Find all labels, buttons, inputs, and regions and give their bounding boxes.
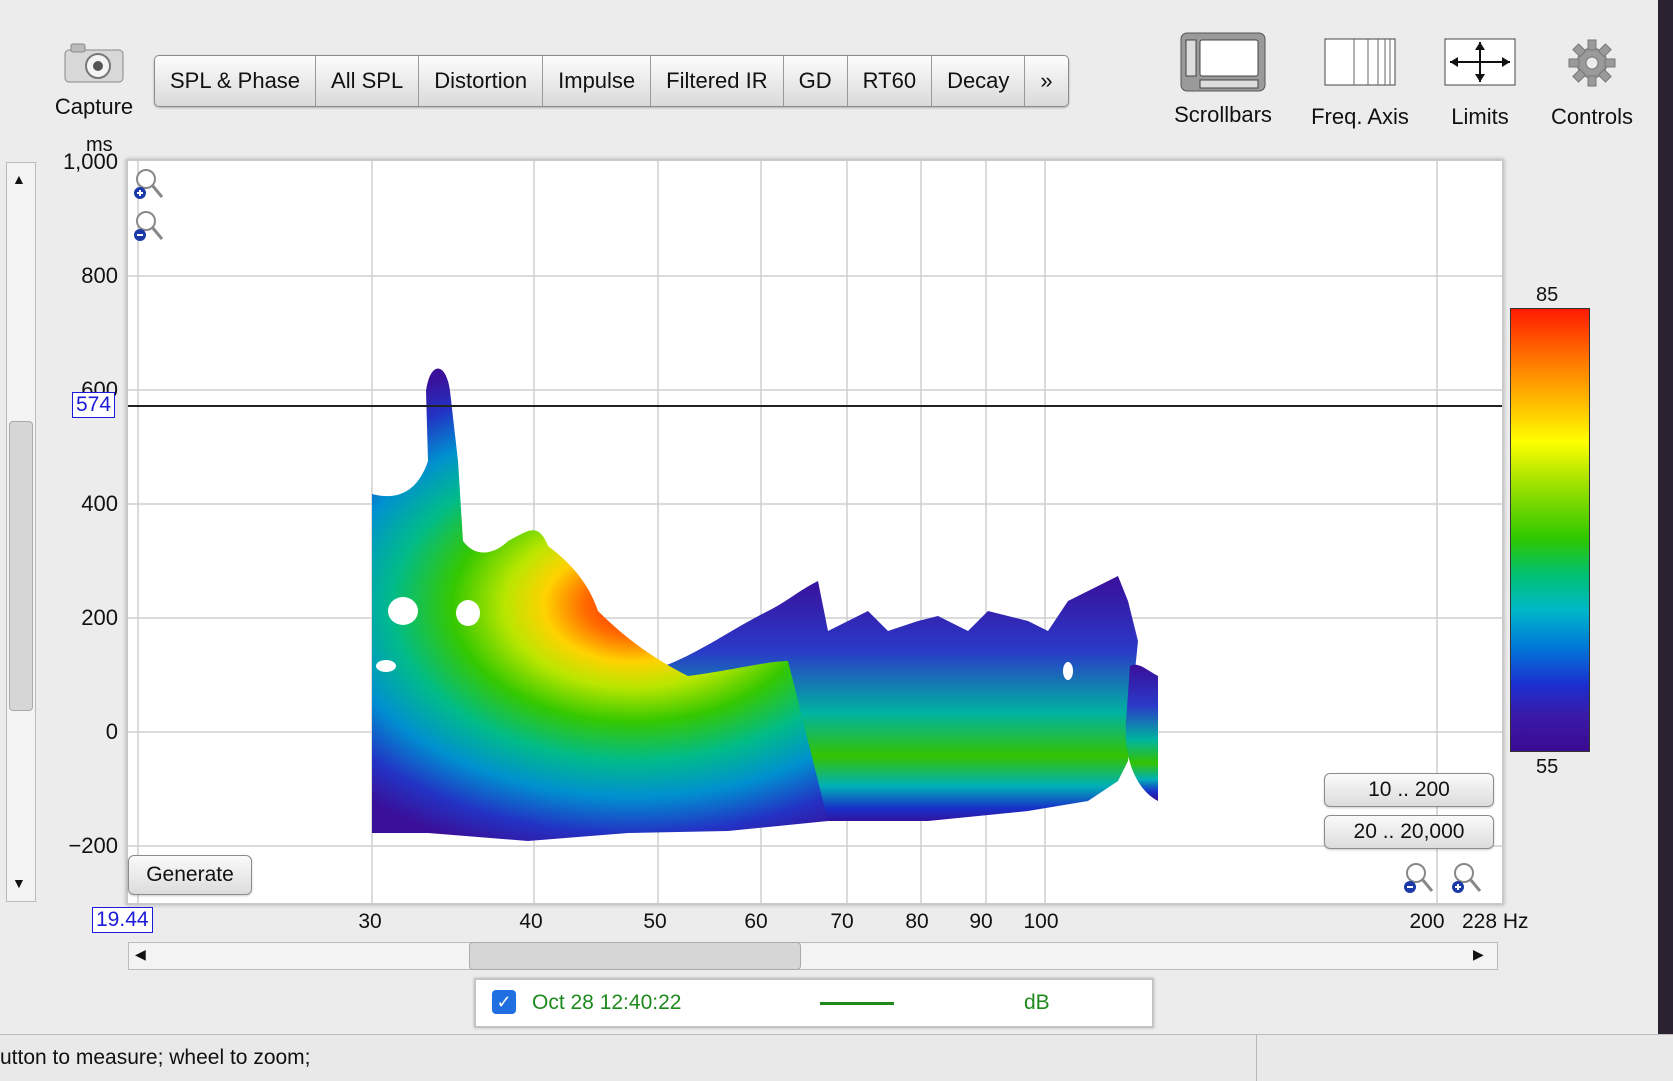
freq-axis-label: Freq. Axis: [1311, 104, 1409, 129]
x-tick-label: 90: [969, 910, 993, 933]
controls-label: Controls: [1551, 104, 1633, 129]
tab-gd[interactable]: GD: [784, 56, 848, 106]
decay-surface-main: [372, 368, 828, 841]
range-10-200-button[interactable]: 10 .. 200: [1324, 773, 1494, 807]
x-end-label: 228 Hz: [1462, 910, 1529, 933]
scroll-up-icon[interactable]: ▲: [12, 171, 26, 187]
scrollbars-label: Scrollbars: [1174, 102, 1272, 127]
tab-spl-phase[interactable]: SPL & Phase: [155, 56, 317, 106]
horizontal-scroll-thumb[interactable]: [469, 942, 801, 970]
x-tick-label: 70: [830, 910, 854, 933]
tab-filtered-ir[interactable]: Filtered IR: [651, 56, 784, 106]
zoom-out-x-icon[interactable]: [1402, 861, 1436, 900]
background-window-edge: [1658, 0, 1673, 1080]
x-start-value[interactable]: 19.44: [92, 907, 153, 933]
scrollbars-button[interactable]: Scrollbars: [1168, 32, 1278, 128]
decay-surface-tail: [1125, 664, 1158, 801]
freq-axis-icon: [1324, 38, 1396, 86]
view-tabs: SPL & Phase All SPL Distortion Impulse F…: [154, 55, 1069, 107]
colorbar: [1510, 308, 1590, 752]
status-bar: utton to measure; wheel to zoom;: [0, 1034, 1673, 1081]
x-tick-label: 80: [905, 910, 929, 933]
tab-rt60[interactable]: RT60: [848, 56, 933, 106]
tab-impulse[interactable]: Impulse: [543, 56, 652, 106]
x-tick-label: 100: [1023, 910, 1059, 933]
limits-label: Limits: [1451, 104, 1509, 129]
time-cursor-value[interactable]: 574: [72, 392, 116, 418]
zoom-out-icon[interactable]: [132, 209, 166, 248]
y-tick-label: 400: [81, 491, 118, 516]
x-tick-label: 30: [358, 910, 382, 933]
vertical-scroll-thumb[interactable]: [9, 421, 33, 711]
y-tick-label: 1,000: [62, 149, 118, 174]
status-divider: [1256, 1035, 1257, 1081]
tab-more[interactable]: »: [1025, 56, 1067, 106]
freq-axis-button[interactable]: Freq. Axis: [1304, 38, 1416, 130]
scroll-left-icon[interactable]: ◀: [135, 946, 146, 963]
legend-line-swatch: [820, 1002, 894, 1005]
range-20-20000-button[interactable]: 20 .. 20,000: [1324, 815, 1494, 849]
camera-icon: [64, 43, 124, 83]
scroll-down-icon[interactable]: ▼: [12, 875, 26, 891]
y-tick-label: 200: [81, 605, 118, 630]
limits-button[interactable]: Limits: [1436, 38, 1524, 130]
measurement-checkbox[interactable]: ✓: [492, 990, 516, 1014]
capture-button[interactable]: Capture: [48, 40, 140, 120]
measurement-legend: ✓ Oct 28 12:40:22 dB: [474, 978, 1154, 1028]
x-tick-label: 60: [744, 910, 768, 933]
measurement-name: Oct 28 12:40:22: [532, 991, 682, 1014]
scrollbars-icon: [1180, 32, 1266, 92]
y-tick-label: 800: [81, 263, 118, 288]
tab-all-spl[interactable]: All SPL: [316, 56, 420, 106]
x-tick-label: 40: [519, 910, 543, 933]
controls-button[interactable]: Controls: [1544, 38, 1640, 130]
waterfall-chart: [128, 161, 1502, 903]
capture-label: Capture: [54, 94, 134, 119]
x-tick-label: 50: [643, 910, 667, 933]
decay-plot[interactable]: Generate 10 .. 200 20 .. 20,000: [126, 159, 1504, 905]
limits-icon: [1444, 38, 1516, 86]
x-tick-label: 200: [1409, 910, 1445, 933]
status-text: utton to measure; wheel to zoom;: [0, 1046, 311, 1069]
generate-button[interactable]: Generate: [128, 855, 252, 895]
y-tick-label: 0: [105, 719, 118, 744]
vertical-scrollbar[interactable]: ▲ ▼: [6, 162, 36, 902]
colorbar-max-label: 85: [1536, 284, 1559, 306]
zoom-in-x-icon[interactable]: [1450, 861, 1484, 900]
zoom-in-icon[interactable]: [132, 167, 166, 206]
measurement-unit: dB: [1024, 991, 1050, 1014]
scroll-right-icon[interactable]: ▶: [1473, 946, 1484, 963]
y-tick-label: −200: [68, 833, 118, 858]
tab-distortion[interactable]: Distortion: [419, 56, 544, 106]
colorbar-min-label: 55: [1536, 756, 1559, 778]
horizontal-scrollbar[interactable]: ◀ ▶: [128, 942, 1498, 970]
gear-icon: [1568, 39, 1616, 87]
tab-decay[interactable]: Decay: [932, 56, 1026, 106]
